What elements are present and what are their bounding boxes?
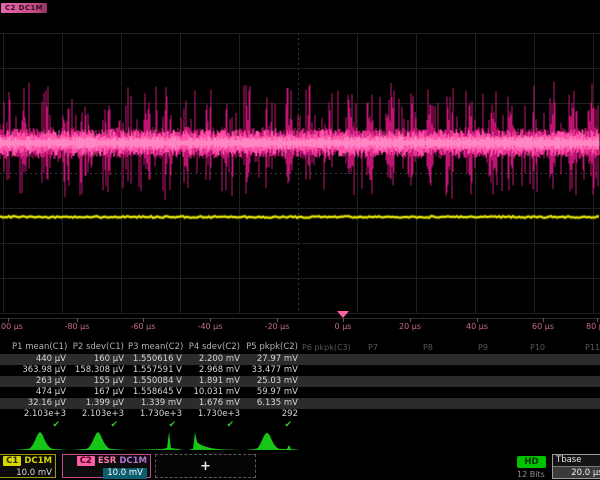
param-header-inactive[interactable]: P7 xyxy=(368,341,378,354)
value-cell: 440 µV xyxy=(12,354,70,365)
channel-descriptor-c1[interactable]: C1 DC1M 10.0 mV xyxy=(0,454,56,478)
value-cell: 1.550616 V xyxy=(128,354,186,365)
num-cell: 1.730e+3 xyxy=(128,409,186,420)
time-axis-label: -80 µs xyxy=(65,322,90,331)
hd-mode-badge[interactable]: HD xyxy=(517,456,546,468)
histicon-bell-blip-p5[interactable] xyxy=(244,429,302,452)
c1-scale-value: 10.0 mV xyxy=(0,467,55,479)
histicon-strip xyxy=(0,429,600,453)
param-header-inactive[interactable]: P9 xyxy=(478,341,488,354)
c1-waveform xyxy=(0,216,599,218)
time-axis-label: 0 µs xyxy=(335,322,352,331)
sdev-cell: 6.135 mV xyxy=(244,398,302,409)
param-header-p3[interactable]: P3 mean(C2) xyxy=(128,341,186,354)
mean-cell: 2.968 mV xyxy=(186,365,244,376)
bit-resolution-label: 12 Bits xyxy=(517,470,545,479)
time-axis-label: -20 µs xyxy=(265,322,290,331)
trigger-position-marker[interactable] xyxy=(337,311,349,318)
value-cell: 160 µV xyxy=(70,354,128,365)
min-cell: 1.891 mV xyxy=(186,376,244,387)
timebase-descriptor[interactable]: Tbase 20.0 µs xyxy=(552,454,600,479)
histicon-spike-left-p4[interactable] xyxy=(186,429,244,452)
add-channel-button[interactable]: + xyxy=(155,454,256,478)
max-cell: 10.031 mV xyxy=(186,387,244,398)
min-cell: 155 µV xyxy=(70,376,128,387)
param-header-inactive[interactable]: P8 xyxy=(423,341,433,354)
c1-coupling-label: DC1M xyxy=(24,456,52,467)
time-axis-label: -60 µs xyxy=(131,322,156,331)
num-cell: 2.103e+3 xyxy=(70,409,128,420)
sdev-cell: 1.399 µV xyxy=(70,398,128,409)
time-axis-label: -40 µs xyxy=(198,322,223,331)
min-cell: 25.03 mV xyxy=(244,376,302,387)
c2-channel-chip: C2 xyxy=(77,456,95,466)
num-cell: 1.730e+3 xyxy=(186,409,244,420)
max-cell: 1.558645 V xyxy=(128,387,186,398)
histicon-bell-p1[interactable] xyxy=(12,429,70,452)
max-cell: 59.97 mV xyxy=(244,387,302,398)
mean-cell: 1.557591 V xyxy=(128,365,186,376)
time-axis: -100 µs -80 µs -60 µs -40 µs -20 µs 0 µs 20 µs… xyxy=(0,318,600,336)
sdev-cell: 32.16 µV xyxy=(12,398,70,409)
channel-annotation-badge: C2 DC1M xyxy=(1,3,47,13)
c2-alias-label: ESR xyxy=(98,456,116,467)
time-axis-label: 60 µs xyxy=(532,322,554,331)
num-cell: 292 xyxy=(244,409,302,420)
time-axis-label: 80 µs xyxy=(586,322,600,331)
oscilloscope-screen: C2 DC1M -100 µs -80 µs -60 µs -40 µs -20 µs 0… xyxy=(0,0,600,480)
measurement-table: P1 mean(C1)P2 sdev(C1)P3 mean(C2)P4 sdev… xyxy=(0,341,600,431)
c2-scale-value: 10.0 mV xyxy=(103,468,147,479)
c2-coupling-label: DC1M xyxy=(119,456,147,467)
param-header-p4[interactable]: P4 sdev(C2) xyxy=(186,341,244,354)
sdev-cell: 1.339 mV xyxy=(128,398,186,409)
channel-descriptor-c2[interactable]: C2 ESR DC1M 10.0 mV xyxy=(62,454,151,478)
sdev-cell: 1.676 mV xyxy=(186,398,244,409)
timebase-value: 20.0 µs xyxy=(553,467,600,479)
param-header-inactive[interactable]: P10 xyxy=(530,341,545,354)
histicon-bell-p2[interactable] xyxy=(70,429,128,452)
time-axis-label: 20 µs xyxy=(399,322,421,331)
mean-cell: 33.477 mV xyxy=(244,365,302,376)
param-header-p2[interactable]: P2 sdev(C1) xyxy=(70,341,128,354)
timebase-title: Tbase xyxy=(553,455,600,467)
mean-cell: 363.98 µV xyxy=(12,365,70,376)
value-cell: 2.200 mV xyxy=(186,354,244,365)
min-cell: 263 µV xyxy=(12,376,70,387)
mean-cell: 158.308 µV xyxy=(70,365,128,376)
value-cell: 27.97 mV xyxy=(244,354,302,365)
time-axis-label: 40 µs xyxy=(466,322,488,331)
min-cell: 1.550084 V xyxy=(128,376,186,387)
param-header-inactive[interactable]: P6 pkpk(C3) xyxy=(302,341,351,354)
max-cell: 167 µV xyxy=(70,387,128,398)
c1-channel-chip: C1 xyxy=(3,456,21,466)
waveform-grid xyxy=(0,0,600,340)
time-axis-label: -100 µs xyxy=(0,322,23,331)
param-header-inactive[interactable]: P11 xyxy=(585,341,600,354)
max-cell: 474 µV xyxy=(12,387,70,398)
histicon-spike-right-p3[interactable] xyxy=(128,429,186,452)
param-header-p1[interactable]: P1 mean(C1) xyxy=(12,341,70,354)
num-cell: 2.103e+3 xyxy=(12,409,70,420)
time-axis-line xyxy=(0,318,600,319)
descriptor-bar: C1 DC1M 10.0 mV C2 ESR DC1M 10.0 mV + HD… xyxy=(0,454,600,480)
param-header-p5[interactable]: P5 pkpk(C2) xyxy=(244,341,302,354)
